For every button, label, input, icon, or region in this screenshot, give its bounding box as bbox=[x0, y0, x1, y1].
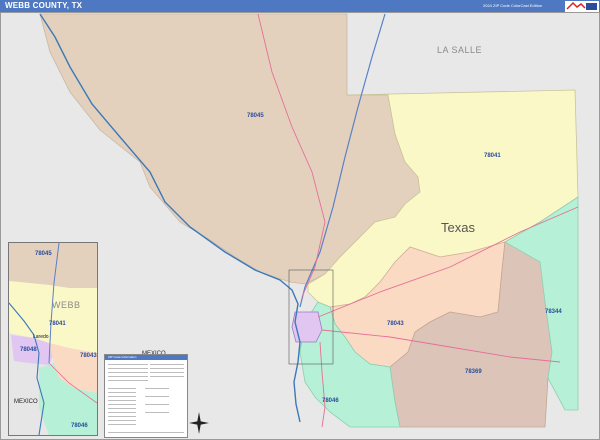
legend-row bbox=[145, 404, 169, 405]
inset-country-label: MEXICO bbox=[14, 399, 38, 405]
legend-row bbox=[108, 404, 136, 405]
legend-row bbox=[108, 380, 148, 381]
legend-row bbox=[145, 388, 169, 389]
edition-label: 2024 ZIP Code ColorCast Edition bbox=[483, 3, 543, 8]
inset-zip-label-78045: 78045 bbox=[35, 251, 52, 257]
legend-row bbox=[108, 372, 148, 373]
legend-row bbox=[150, 368, 184, 369]
legend-row bbox=[108, 432, 184, 433]
legend-row bbox=[108, 412, 136, 413]
map-title: WEBB COUNTY, TX bbox=[5, 1, 83, 10]
legend-row bbox=[108, 396, 136, 397]
legend-row bbox=[108, 424, 136, 425]
legend-row bbox=[108, 416, 136, 417]
legend-row bbox=[150, 372, 184, 373]
state-label: Texas bbox=[441, 220, 475, 235]
inset-canvas bbox=[9, 243, 97, 435]
legend-row bbox=[150, 364, 184, 365]
zip-label-78045: 78045 bbox=[247, 113, 264, 119]
inset-zip-label-78046: 78046 bbox=[71, 423, 88, 429]
inset-map[interactable]: 78045 WEBB 78041 Laredo 78048 78043 MEXI… bbox=[8, 242, 98, 436]
legend-row bbox=[108, 408, 136, 409]
inset-city-label-laredo: Laredo bbox=[33, 334, 49, 340]
legend-title: ZIP Code Information bbox=[105, 355, 187, 360]
legend-row bbox=[108, 420, 136, 421]
inset-county-label: WEBB bbox=[52, 300, 81, 310]
zip-label-78369: 78369 bbox=[465, 369, 482, 375]
zip-label-78344: 78344 bbox=[545, 309, 562, 315]
compass-icon bbox=[189, 412, 209, 434]
legend-box: ZIP Code Information bbox=[104, 354, 188, 438]
county-label-la-salle: LA SALLE bbox=[437, 45, 483, 55]
legend-row bbox=[108, 376, 148, 377]
inset-zip-label-78048: 78048 bbox=[20, 347, 37, 353]
inset-zip-label-78043: 78043 bbox=[80, 353, 97, 359]
header-bar: WEBB COUNTY, TX 2024 ZIP Code ColorCast … bbox=[0, 0, 600, 12]
legend-row bbox=[150, 376, 184, 377]
legend-row bbox=[108, 400, 136, 401]
legend-row bbox=[145, 412, 169, 413]
legend-row bbox=[108, 392, 136, 393]
inset-zip-label-78041: 78041 bbox=[49, 321, 66, 327]
legend-row bbox=[108, 368, 148, 369]
brand-logo-icon bbox=[565, 1, 599, 12]
inset-zip-78045 bbox=[9, 243, 97, 288]
legend-row bbox=[145, 396, 169, 397]
legend-row bbox=[108, 388, 136, 389]
zip-label-78046: 78046 bbox=[322, 398, 339, 404]
zip-label-78041: 78041 bbox=[484, 153, 501, 159]
zip-label-78043: 78043 bbox=[387, 321, 404, 327]
legend-row bbox=[108, 364, 148, 365]
